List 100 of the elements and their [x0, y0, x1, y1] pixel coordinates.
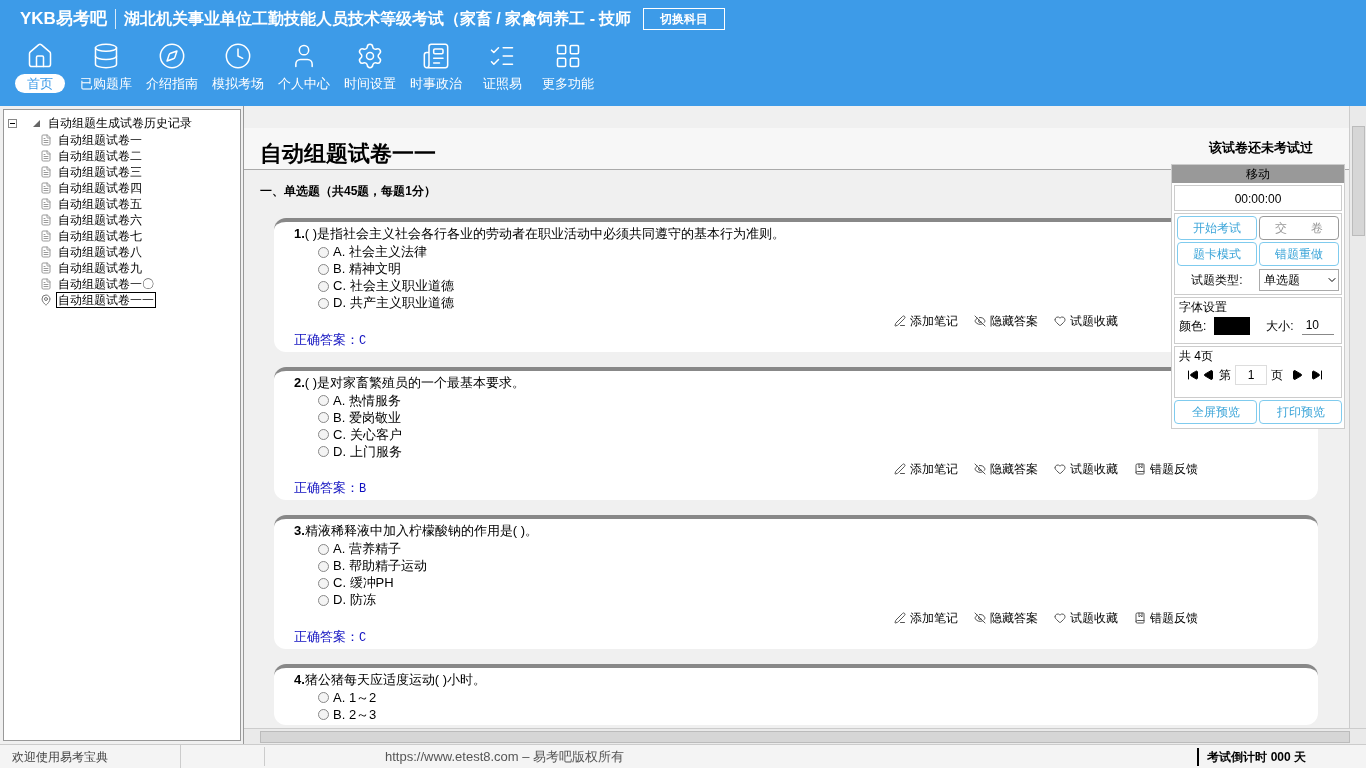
action-link[interactable]: 隐藏答案 — [974, 460, 1038, 478]
option-label: A. 营养精子 — [333, 540, 401, 559]
action-link[interactable]: 错题反馈 — [1134, 460, 1198, 478]
type-dropdown[interactable]: 单选题 — [1259, 269, 1339, 291]
document-pin-icon — [40, 294, 52, 306]
tree-item[interactable]: 自动组题试卷七 — [56, 229, 144, 243]
last-page-icon[interactable] — [1311, 369, 1323, 381]
radio-button[interactable] — [318, 560, 329, 572]
settings-icon — [356, 42, 384, 70]
option-label: D. 防冻 — [333, 591, 376, 610]
tree-item[interactable]: 自动组题试卷九 — [56, 261, 144, 275]
database-icon — [92, 42, 120, 70]
color-swatch[interactable] — [1214, 316, 1251, 335]
horizontal-scrollbar[interactable] — [244, 728, 1366, 744]
paper-title: 自动组题试卷一一 — [260, 140, 436, 168]
radio-button[interactable] — [318, 709, 329, 720]
radio-button[interactable] — [318, 429, 329, 440]
radio-button[interactable] — [318, 446, 329, 457]
document-icon — [40, 150, 52, 162]
correct-answer: 正确答案：B — [294, 479, 367, 498]
type-label: 试题类型: — [1190, 272, 1244, 289]
welcome-text: 欢迎使用易考宝典 — [11, 748, 109, 766]
action-link[interactable]: 试题收藏 — [1054, 608, 1118, 627]
radio-button[interactable] — [318, 577, 329, 589]
pencil-icon — [894, 611, 906, 624]
tree-item[interactable]: 自动组题试卷一一 — [56, 292, 156, 308]
size-field[interactable]: 10 — [1301, 316, 1334, 335]
copyright-text: https://www.etest8.com – 易考吧版权所有 — [264, 746, 1198, 767]
tree-item[interactable]: 自动组题试卷五 — [56, 197, 144, 211]
pencil-icon — [894, 314, 906, 327]
page-field[interactable]: 1 — [1235, 365, 1267, 385]
document-icon — [40, 166, 52, 178]
action-link[interactable]: 隐藏答案 — [974, 608, 1038, 627]
move-handle[interactable]: 移动 — [1172, 165, 1344, 183]
document-icon — [40, 134, 52, 146]
question-text: 2.( )是对家畜繁殖员的一个最基本要求。 — [294, 373, 526, 392]
tree-item[interactable]: 自动组题试卷三 — [56, 165, 144, 179]
option-label: B. 2～3 — [333, 705, 377, 724]
question-text: 3.精液稀释液中加入柠檬酸钠的作用是( )。 — [294, 522, 539, 540]
radio-button[interactable] — [318, 263, 329, 275]
action-link[interactable]: 添加笔记 — [894, 311, 958, 330]
option-label: A. 1～2 — [333, 688, 377, 707]
action-link[interactable]: 添加笔记 — [894, 460, 958, 478]
newspaper-icon — [422, 42, 450, 70]
exam-status: 该试卷还未考试过 — [1209, 138, 1313, 157]
compass-icon — [158, 42, 186, 70]
option-label: C. 关心客户 — [333, 425, 402, 444]
action-link[interactable]: 试题收藏 — [1054, 311, 1118, 330]
heart-icon — [1054, 463, 1066, 475]
grid-icon — [554, 42, 582, 70]
action-link[interactable]: 错题反馈 — [1134, 608, 1198, 627]
bookmark-icon — [1134, 463, 1146, 475]
heart-icon — [1054, 611, 1066, 624]
vertical-scrollbar[interactable] — [1349, 106, 1366, 728]
font-settings-legend: 字体设置 — [1179, 298, 1227, 316]
tree-item[interactable]: 自动组题试卷六 — [56, 213, 144, 227]
document-icon — [40, 246, 52, 258]
next-page-icon[interactable] — [1291, 369, 1303, 381]
action-link[interactable]: 添加笔记 — [894, 608, 958, 627]
eye-off-icon — [974, 611, 986, 624]
tree-item[interactable]: 自动组题试卷八 — [56, 245, 144, 259]
window-title: 湖北机关事业单位工勤技能人员技术等级考试（家畜 / 家禽饲养工 - 技师 — [123, 9, 632, 29]
radio-button[interactable] — [318, 297, 329, 309]
tree-root[interactable]: 自动组题生成试卷历史记录 — [48, 114, 192, 132]
option-label: B. 帮助精子运动 — [333, 557, 427, 576]
eye-off-icon — [974, 314, 986, 327]
previous-page-icon[interactable] — [1203, 369, 1215, 381]
option-label: D. 共产主义职业道德 — [333, 294, 454, 313]
radio-button[interactable] — [318, 280, 329, 292]
option-label: D. 上门服务 — [333, 442, 402, 461]
tree-item[interactable]: 自动组题试卷一 — [56, 133, 144, 147]
question-text: 4.猪公猪每天应适度运动( )小时。 — [294, 670, 487, 689]
option-label: C. 缓冲PH — [333, 574, 394, 593]
radio-button[interactable] — [318, 692, 329, 703]
action-link[interactable]: 隐藏答案 — [974, 311, 1038, 330]
tree-item[interactable]: 自动组题试卷二 — [56, 149, 144, 163]
radio-button[interactable] — [318, 412, 329, 423]
correct-answer: 正确答案：C — [294, 330, 367, 350]
app-logo: YKB易考吧 — [20, 8, 107, 31]
option-label: B. 爱岗敬业 — [333, 408, 401, 427]
radio-button[interactable] — [318, 395, 329, 406]
radio-button[interactable] — [318, 594, 329, 606]
option-label: A. 社会主义法律 — [333, 243, 427, 262]
action-link[interactable]: 试题收藏 — [1054, 460, 1118, 478]
pages-legend: 共 4页 — [1179, 347, 1213, 365]
home-icon — [26, 42, 54, 70]
radio-button[interactable] — [318, 543, 329, 555]
tree-item[interactable]: 自动组题试卷一〇 — [56, 277, 156, 291]
section-heading: 一、单选题（共45题，每题1分） — [259, 183, 438, 200]
document-icon — [40, 262, 52, 274]
heart-icon — [1054, 314, 1066, 327]
document-icon — [40, 214, 52, 226]
radio-button[interactable] — [318, 246, 329, 258]
tree-item[interactable]: 自动组题试卷四 — [56, 181, 144, 195]
question-text: 1.( )是指社会主义社会各行各业的劳动者在职业活动中必须共同遵守的基本行为准则。 — [294, 225, 786, 243]
collapse-toggle[interactable] — [8, 118, 17, 128]
document-icon — [40, 230, 52, 242]
document-icon — [40, 278, 52, 290]
first-page-icon[interactable] — [1187, 369, 1199, 381]
document-icon — [40, 182, 52, 194]
